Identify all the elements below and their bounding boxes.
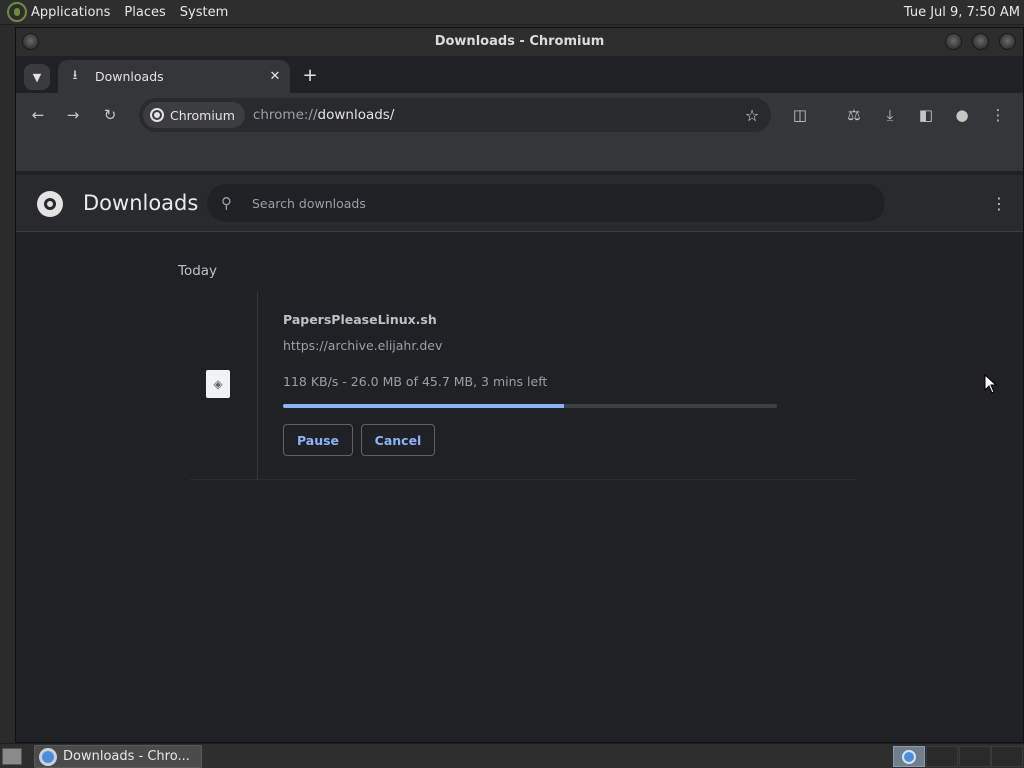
side-panel-icon: ◧ xyxy=(918,106,934,124)
bookmark-bar xyxy=(16,137,1023,171)
chromium-logo-icon xyxy=(37,191,63,217)
download-icon: ⭳ xyxy=(72,67,78,83)
workspace-1[interactable] xyxy=(893,746,925,767)
profile-icon: ● xyxy=(955,106,969,124)
chevron-down-icon: ▼ xyxy=(32,70,42,84)
tab-label: Downloads xyxy=(95,69,164,84)
minimize-button[interactable] xyxy=(945,33,962,50)
more-vert-icon: ⋮ xyxy=(991,193,1007,213)
download-status: 118 KB/s - 26.0 MB of 45.7 MB, 3 mins le… xyxy=(283,374,548,389)
date-group-label: Today xyxy=(178,263,218,279)
chromium-icon xyxy=(39,747,57,766)
download-item: ◈ PapersPleaseLinux.sh https://archive.e… xyxy=(190,292,856,480)
card-divider xyxy=(257,292,258,480)
taskbar-item-label: Downloads - Chro... xyxy=(63,749,190,764)
arrow-right-icon: → xyxy=(66,106,80,124)
tab-downloads[interactable]: ⭳ Downloads ✕ xyxy=(58,60,290,93)
file-name[interactable]: PapersPleaseLinux.sh xyxy=(283,312,437,327)
taskbar-item-downloads[interactable]: Downloads - Chro... xyxy=(34,745,202,768)
search-icon: ⚲ xyxy=(221,194,232,212)
cancel-button[interactable]: Cancel xyxy=(361,424,435,456)
site-info-label: Chromium xyxy=(170,107,235,123)
download-progress-fill xyxy=(283,404,565,408)
chromium-icon xyxy=(150,108,164,122)
flask-icon: ⚖ xyxy=(847,106,861,124)
show-desktop-icon[interactable] xyxy=(2,748,22,765)
pause-button[interactable]: Pause xyxy=(283,424,353,456)
browser-menu-button[interactable]: ⋮ xyxy=(985,102,1011,128)
downloads-more-button[interactable]: ⋮ xyxy=(987,191,1011,215)
tab-search-button[interactable]: ▼ xyxy=(24,64,50,90)
more-vert-icon: ⋮ xyxy=(990,106,1006,124)
download-progress-bar xyxy=(283,404,777,408)
extensions-button[interactable]: ◫ xyxy=(787,102,813,128)
close-window-button[interactable] xyxy=(999,33,1016,50)
search-placeholder: Search downloads xyxy=(252,195,366,211)
chromium-icon xyxy=(902,749,916,764)
forward-button[interactable]: → xyxy=(60,102,86,128)
address-bar[interactable]: Chromium chrome://downloads/ ☆ xyxy=(139,98,771,132)
bookmark-star-icon[interactable]: ☆ xyxy=(739,106,765,125)
workspace-3[interactable] xyxy=(959,746,991,767)
downloads-header: Downloads ⚲ Search downloads ⋮ xyxy=(16,175,1023,232)
new-tab-button[interactable]: + xyxy=(299,64,321,86)
url-scheme: chrome:// xyxy=(252,107,318,123)
top-panel: Applications Places System Tue Jul 9, 7:… xyxy=(0,0,1024,25)
tab-strip: ▼ ⭳ Downloads ✕ + xyxy=(16,56,1023,93)
site-info-chip[interactable]: Chromium xyxy=(143,102,245,128)
puzzle-icon: ◫ xyxy=(792,106,808,124)
system-menu[interactable]: System xyxy=(173,0,235,25)
url-text[interactable]: chrome://downloads/ xyxy=(253,107,739,123)
gnome-foot-icon[interactable] xyxy=(7,2,27,22)
side-panel-button[interactable]: ◧ xyxy=(913,102,939,128)
window-titlebar[interactable]: Downloads - Chromium xyxy=(16,28,1023,56)
panel-clock[interactable]: Tue Jul 9, 7:50 AM xyxy=(904,0,1020,25)
page-title: Downloads xyxy=(83,191,199,215)
search-downloads-field[interactable]: ⚲ Search downloads xyxy=(207,184,885,222)
maximize-button[interactable] xyxy=(972,33,989,50)
profile-button[interactable]: ● xyxy=(949,102,975,128)
tab-close-button[interactable]: ✕ xyxy=(264,66,286,88)
places-menu[interactable]: Places xyxy=(117,0,172,25)
bottom-panel: Downloads - Chro... xyxy=(0,743,1024,768)
downloads-toolbar-button[interactable]: ⤓ xyxy=(877,102,903,128)
file-icon: ◈ xyxy=(206,370,230,398)
reload-icon: ↻ xyxy=(103,106,117,124)
downloads-page: Downloads ⚲ Search downloads ⋮ Today ◈ P… xyxy=(16,175,1023,742)
back-button[interactable]: ← xyxy=(25,102,51,128)
browser-toolbar: ← → ↻ Chromium chrome://downloads/ ☆ ◫ ⚖… xyxy=(16,93,1023,137)
workspace-2[interactable] xyxy=(926,746,958,767)
window-title: Downloads - Chromium xyxy=(434,34,605,49)
download-circle-icon: ⤓ xyxy=(886,106,894,124)
browser-window: Downloads - Chromium ▼ ⭳ Downloads ✕ + ←… xyxy=(15,27,1024,743)
arrow-left-icon: ← xyxy=(31,106,45,124)
reload-button[interactable]: ↻ xyxy=(97,102,123,128)
labs-button[interactable]: ⚖ xyxy=(841,102,867,128)
cursor-arrow-icon xyxy=(984,373,998,394)
url-host: downloads/ xyxy=(317,107,395,123)
workspace-4[interactable] xyxy=(991,746,1023,767)
applications-menu[interactable]: Applications xyxy=(27,0,117,25)
source-url[interactable]: https://archive.elijahr.dev xyxy=(283,338,442,353)
